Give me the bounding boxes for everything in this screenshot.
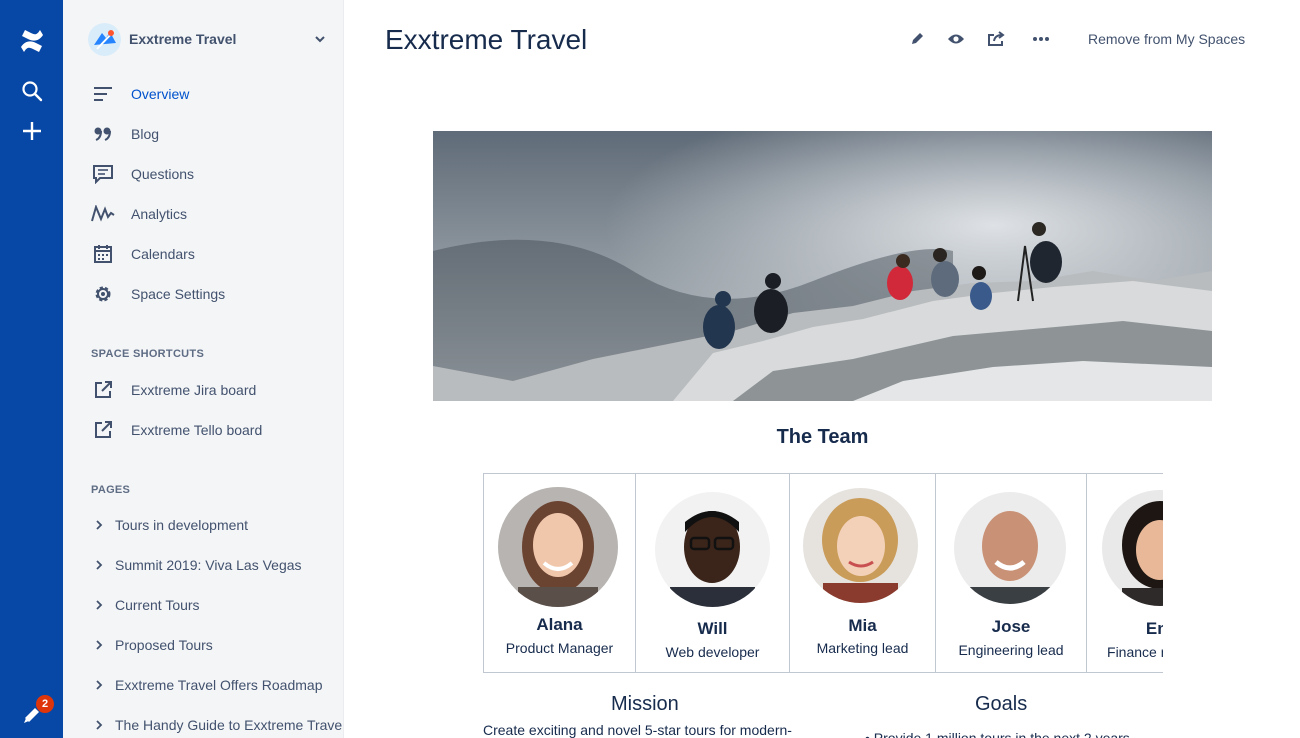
edit-icon[interactable]	[906, 28, 928, 50]
team-member-name: Jose	[991, 617, 1031, 636]
sidebar-item-space-settings[interactable]: Space Settings	[91, 278, 336, 310]
remove-from-my-spaces-button[interactable]: Remove from My Spaces	[1088, 31, 1245, 47]
chevron-right-icon[interactable]	[93, 599, 105, 611]
page-tree-item[interactable]: The Handy Guide to Exxtreme Travel	[93, 711, 343, 738]
shortcut-jira-board[interactable]: Exxtreme Jira board	[91, 374, 336, 406]
space-switcher[interactable]: Exxtreme Travel	[88, 22, 328, 56]
space-logo	[88, 22, 121, 56]
shortcut-tello-board[interactable]: Exxtreme Tello board	[91, 414, 336, 446]
questions-icon	[91, 162, 115, 186]
avatar	[1102, 490, 1163, 606]
team-member-name: Emi	[1145, 619, 1163, 638]
page-title: Exxtreme Travel	[385, 24, 588, 55]
team-member-role: Finance manager	[1107, 644, 1163, 660]
team-member-role: Engineering lead	[958, 642, 1064, 658]
page-tree-label: The Handy Guide to Exxtreme Travel	[115, 717, 343, 733]
team-table: Alana Product Manager Will Web developer…	[483, 473, 1163, 673]
team-member-role: Marketing lead	[816, 640, 909, 656]
team-heading: The Team	[776, 426, 869, 448]
page-tree-item[interactable]: Summit 2019: Viva Las Vegas	[93, 551, 343, 579]
sidebar-item-label: Space Settings	[131, 286, 226, 302]
plus-icon[interactable]	[0, 111, 63, 151]
sidebar-item-label: Analytics	[131, 206, 188, 222]
search-icon[interactable]	[0, 71, 63, 111]
confluence-logo-icon[interactable]	[0, 21, 63, 61]
gear-icon	[91, 282, 115, 306]
analytics-icon	[91, 202, 115, 226]
team-member-role: Product Manager	[505, 640, 614, 656]
share-icon[interactable]	[985, 28, 1007, 50]
page-tree-item[interactable]: Current Tours	[93, 591, 343, 619]
space-sidebar: Exxtreme Travel Overview Blog Questions …	[63, 0, 344, 738]
sidebar-item-questions[interactable]: Questions	[91, 158, 336, 190]
notification-count-badge: 2	[36, 695, 54, 713]
sidebar-item-overview[interactable]: Overview	[91, 78, 336, 110]
watch-icon[interactable]	[945, 28, 967, 50]
team-member-card: Emi Finance manager	[1087, 474, 1163, 672]
team-member-card: Will Web developer	[636, 474, 790, 672]
avatar	[498, 487, 618, 607]
team-member-role: Web developer	[665, 644, 760, 660]
sidebar-item-label: Calendars	[131, 246, 195, 262]
chevron-right-icon[interactable]	[93, 639, 105, 651]
external-link-icon	[91, 378, 115, 402]
page-tree-item[interactable]: Proposed Tours	[93, 631, 343, 659]
avatar	[655, 492, 770, 607]
team-member-card: Mia Marketing lead	[790, 474, 936, 672]
sidebar-item-label: Overview	[131, 86, 190, 102]
quote-icon	[91, 122, 115, 146]
pages-heading: PAGES	[91, 484, 131, 496]
global-nav: 2	[0, 0, 63, 738]
team-member-card: Alana Product Manager	[484, 474, 636, 672]
shortcut-label: Exxtreme Tello board	[131, 422, 263, 438]
calendar-icon	[91, 242, 115, 266]
page-tree-label: Tours in development	[115, 517, 249, 533]
page-tree-item[interactable]: Tours in development	[93, 511, 343, 539]
overview-icon	[91, 82, 115, 106]
team-member-card: Jose Engineering lead	[936, 474, 1087, 672]
sidebar-item-blog[interactable]: Blog	[91, 118, 336, 150]
team-member-name: Mia	[848, 616, 877, 635]
chevron-right-icon[interactable]	[93, 679, 105, 691]
chevron-down-icon[interactable]	[312, 31, 328, 47]
sidebar-item-calendars[interactable]: Calendars	[91, 238, 336, 270]
chevron-right-icon[interactable]	[93, 719, 105, 731]
page-tree-label: Current Tours	[115, 597, 200, 613]
notifications-icon[interactable]	[0, 694, 63, 734]
avatar	[954, 492, 1066, 604]
goals-heading: Goals	[975, 693, 1028, 715]
goal-text: Provide 1 million tours in the next 2 ye…	[873, 730, 1130, 738]
sidebar-item-label: Blog	[131, 126, 160, 142]
page-content: Exxtreme Travel Remove from My Spaces Th…	[345, 0, 1300, 738]
chevron-right-icon[interactable]	[93, 519, 105, 531]
page-tree-label: Proposed Tours	[115, 637, 213, 653]
team-member-name: Alana	[536, 615, 583, 634]
team-member-name: Will	[697, 619, 728, 638]
space-name: Exxtreme Travel	[129, 31, 237, 47]
space-shortcuts-heading: SPACE SHORTCUTS	[91, 348, 205, 360]
page-tree-item[interactable]: Exxtreme Travel Offers Roadmap	[93, 671, 343, 699]
external-link-icon	[91, 418, 115, 442]
page-tree-label: Exxtreme Travel Offers Roadmap	[115, 677, 323, 693]
shortcut-label: Exxtreme Jira board	[131, 382, 257, 398]
sidebar-item-label: Questions	[131, 166, 195, 182]
chevron-right-icon[interactable]	[93, 559, 105, 571]
page-tree-label: Summit 2019: Viva Las Vegas	[115, 557, 302, 573]
more-icon[interactable]	[1030, 28, 1052, 50]
goal-list-item: • Provide 1 million tours in the next 2 …	[865, 730, 1130, 738]
sidebar-item-analytics[interactable]: Analytics	[91, 198, 336, 230]
mission-heading: Mission	[611, 693, 679, 715]
hero-image	[433, 131, 1212, 401]
avatar	[803, 488, 918, 603]
mission-text: Create exciting and novel 5-star tours f…	[483, 722, 792, 738]
